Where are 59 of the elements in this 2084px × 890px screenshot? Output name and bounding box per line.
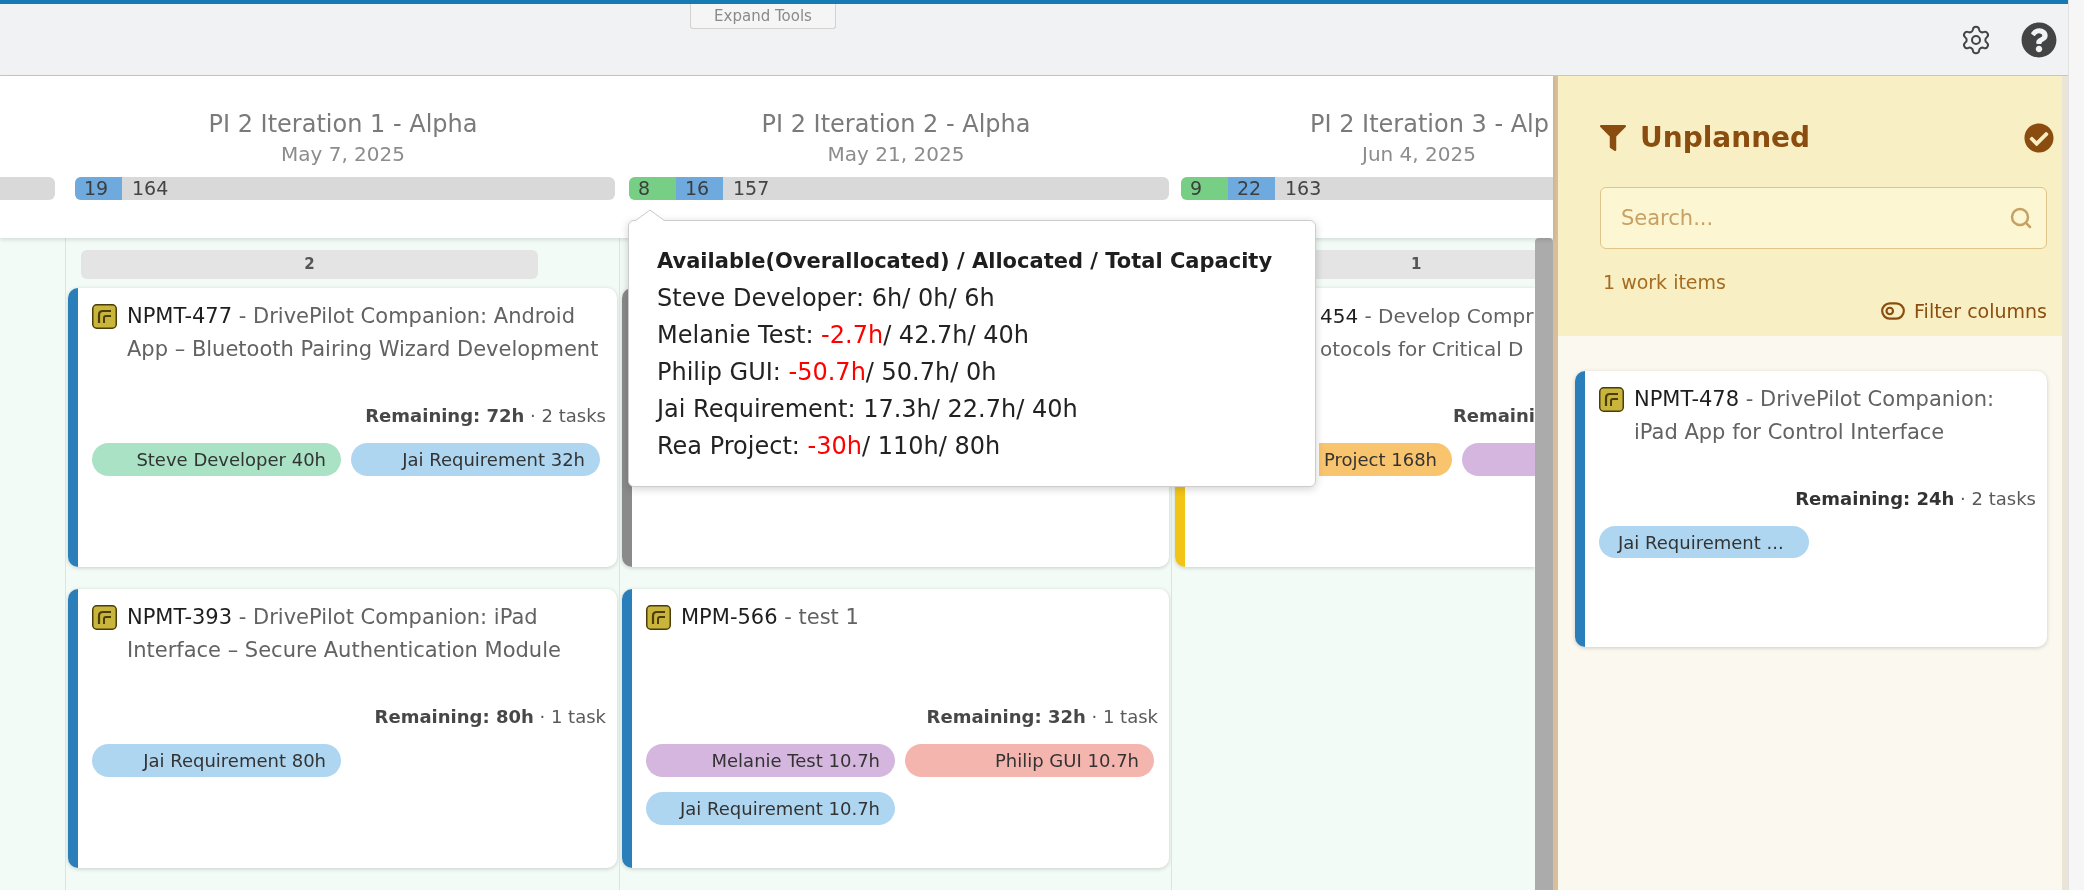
settings-icon[interactable]	[1960, 23, 1992, 56]
allocated-segment: 16	[676, 177, 723, 200]
tile-icon	[92, 605, 117, 630]
card-title: NPMT-478 - DrivePilot Companion: iPad App for Control Interface	[1634, 386, 1996, 446]
search-icon	[2009, 206, 2033, 230]
work-item-count: 1 work items	[1603, 270, 1726, 294]
assignee-tag: Steve Developer 40h	[92, 443, 341, 476]
capacity-row-text: Philip GUI: -50.7h/ 50.7h/ 0h	[657, 357, 997, 388]
assignee-tag: Jai Requirement 80h	[92, 744, 341, 777]
assignee-tag: Jai Requirement 32h	[351, 443, 600, 476]
total-capacity-value: 157	[732, 177, 770, 200]
capacity-bar[interactable]: 9 22 163	[1181, 177, 1553, 200]
remaining-summary: Remaining: 80h · 1 task	[374, 705, 606, 729]
work-item-card[interactable]: NPMT-478 - DrivePilot Companion: iPad App for Control Interface Remaining: 24h · 2 tasks Jai Requirement ...	[1575, 371, 2047, 647]
remaining-summary: Remaining: 24h · 2 tasks	[1795, 487, 2036, 511]
capacity-row-text: Melanie Test: -2.7h/ 42.7h/ 40h	[657, 320, 1029, 351]
assignee-tag: Melanie Test 10.7h	[646, 744, 895, 777]
allocated-segment: 19	[75, 177, 122, 200]
capacity-bar	[0, 177, 55, 200]
iteration-date: Jun 4, 2025	[1362, 142, 1476, 166]
available-segment: 8	[629, 177, 676, 200]
assignee-tag: Project 168h	[1319, 443, 1452, 476]
help-icon[interactable]	[2021, 21, 2057, 58]
total-capacity-value: 164	[131, 177, 169, 200]
assignee-tag: Jai Requirement ...	[1599, 526, 1809, 558]
assignee-tag: Jai Requirement 10.7h	[646, 792, 895, 825]
work-item-card[interactable]: NPMT-477 - DrivePilot Companion: Android App – Bluetooth Pairing Wizard Development Remaining: 72h · 2 tasks Steve Developer 40h Jai Requirement 32h	[68, 288, 617, 567]
iteration-date: May 7, 2025	[280, 142, 405, 166]
card-title: NPMT-477 - DrivePilot Companion: Android App – Bluetooth Pairing Wizard Development	[127, 303, 600, 363]
assignee-tag: Philip GUI 10.7h	[905, 744, 1154, 777]
available-segment: 9	[1181, 177, 1228, 200]
tile-icon	[646, 605, 671, 630]
iteration-title: PI 2 Iteration 2 - Alpha	[761, 109, 1031, 139]
search-field[interactable]: Search...	[1600, 187, 2047, 249]
card-title: MPM-566 - test 1	[681, 604, 860, 631]
capacity-row-text: Jai Requirement: 17.3h/ 22.7h/ 40h	[657, 394, 1078, 425]
iteration-title: PI 2 Iteration 3 - Alp	[1310, 109, 1549, 139]
total-capacity-value: 163	[1284, 177, 1322, 200]
remaining-summary: Remaining: 72h · 2 tasks	[365, 404, 606, 428]
capacity-row-text: Rea Project: -30h/ 110h/ 80h	[657, 431, 1001, 462]
iteration-title: PI 2 Iteration 1 - Alpha	[208, 109, 478, 139]
filter-columns-button[interactable]: Filter columns	[1880, 298, 2047, 324]
panel-title: Unplanned	[1640, 122, 1811, 154]
tile-icon	[1599, 387, 1624, 412]
work-item-card[interactable]: MPM-566 - test 1 Remaining: 32h · 1 task Melanie Test 10.7h Philip GUI 10.7h Jai Requirement 10.7h	[622, 589, 1169, 868]
iteration-date: May 21, 2025	[827, 142, 965, 166]
tile-icon	[92, 304, 117, 329]
work-item-card[interactable]: NPMT-393 - DrivePilot Companion: iPad Interface – Secure Authentication Module Remaining: 80h · 1 task Jai Requirement 80h	[68, 589, 617, 868]
remaining-summary: Remaining: 32h · 1 task	[926, 705, 1158, 729]
capacity-row-text: Steve Developer: 6h/ 0h/ 6h	[657, 283, 995, 314]
card-title: NPMT-393 - DrivePilot Companion: iPad Interface – Secure Authentication Module	[127, 604, 562, 664]
remaining-summary: Remaini	[1452, 404, 1535, 428]
capacity-bar[interactable]: 19 164	[75, 177, 615, 200]
filter-icon	[1600, 125, 1626, 151]
capacity-bar[interactable]: 8 16 157	[629, 177, 1169, 200]
column-count: 2	[81, 250, 538, 279]
scrollbar[interactable]	[1535, 238, 1553, 890]
allocated-segment: 22	[1228, 177, 1275, 200]
card-title: 454 - Develop Compr otocols for Critical D	[1320, 303, 1534, 363]
